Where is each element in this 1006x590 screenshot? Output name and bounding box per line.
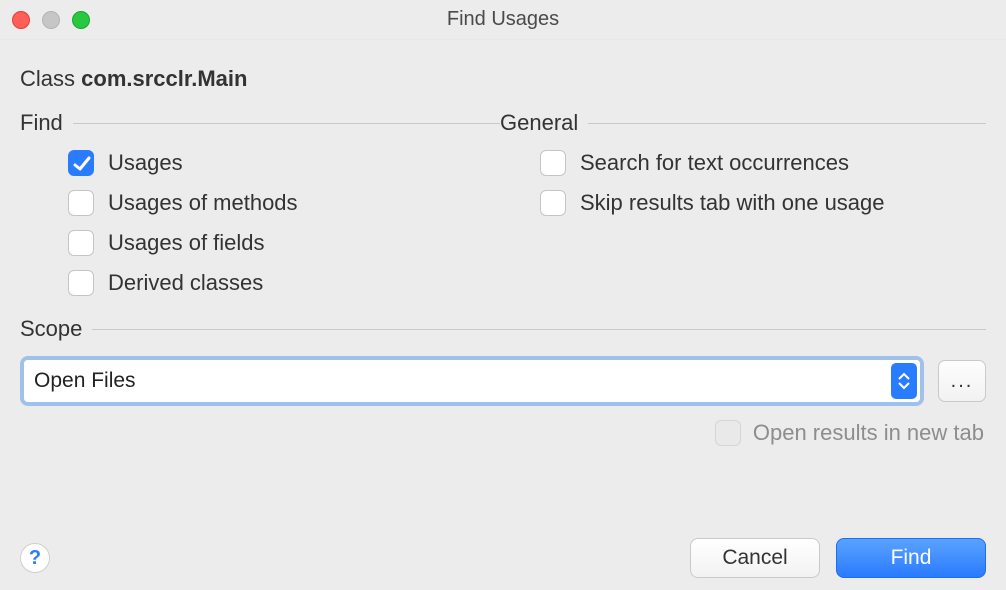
checkbox-icon[interactable] bbox=[68, 190, 94, 216]
checkbox-usages-methods[interactable]: Usages of methods bbox=[68, 190, 500, 216]
separator bbox=[588, 123, 986, 124]
separator bbox=[73, 123, 500, 124]
checkbox-icon[interactable] bbox=[68, 270, 94, 296]
target-description: Class com.srcclr.Main bbox=[20, 66, 986, 92]
checkbox-derived-classes[interactable]: Derived classes bbox=[68, 270, 500, 296]
close-icon[interactable] bbox=[12, 11, 30, 29]
checkbox-label: Search for text occurrences bbox=[580, 150, 849, 176]
minimize-icon bbox=[42, 11, 60, 29]
cancel-button[interactable]: Cancel bbox=[690, 538, 820, 578]
scope-legend-label: Scope bbox=[20, 316, 92, 342]
checkbox-icon[interactable] bbox=[68, 230, 94, 256]
titlebar: Find Usages bbox=[0, 0, 1006, 40]
find-legend: Find bbox=[20, 110, 500, 136]
scope-legend: Scope bbox=[20, 316, 986, 342]
open-new-tab-label: Open results in new tab bbox=[753, 420, 984, 446]
target-fqn: com.srcclr.Main bbox=[81, 66, 247, 91]
checkbox-icon[interactable] bbox=[540, 190, 566, 216]
checkbox-label: Usages of fields bbox=[108, 230, 265, 256]
checkbox-label: Usages bbox=[108, 150, 183, 176]
checkbox-search-text[interactable]: Search for text occurrences bbox=[540, 150, 986, 176]
find-legend-label: Find bbox=[20, 110, 73, 136]
checkbox-label: Derived classes bbox=[108, 270, 263, 296]
help-button[interactable]: ? bbox=[20, 543, 50, 573]
checkbox-usages-fields[interactable]: Usages of fields bbox=[68, 230, 500, 256]
checkbox-icon[interactable] bbox=[540, 150, 566, 176]
checkbox-open-new-tab bbox=[715, 420, 741, 446]
scope-combo[interactable]: Open Files bbox=[20, 356, 924, 406]
target-kind: Class bbox=[20, 66, 75, 91]
separator bbox=[92, 329, 986, 330]
scope-selected: Open Files bbox=[34, 369, 136, 393]
checkbox-label: Skip results tab with one usage bbox=[580, 190, 885, 216]
general-legend: General bbox=[500, 110, 986, 136]
general-legend-label: General bbox=[500, 110, 588, 136]
scope-more-button[interactable]: ... bbox=[938, 360, 986, 402]
window-title: Find Usages bbox=[447, 8, 559, 31]
zoom-icon[interactable] bbox=[72, 11, 90, 29]
checkbox-skip-one-usage[interactable]: Skip results tab with one usage bbox=[540, 190, 986, 216]
window-controls bbox=[12, 11, 90, 29]
checkbox-usages[interactable]: Usages bbox=[68, 150, 500, 176]
find-button[interactable]: Find bbox=[836, 538, 986, 578]
checkbox-label: Usages of methods bbox=[108, 190, 298, 216]
chevron-up-down-icon[interactable] bbox=[891, 363, 917, 399]
checkbox-icon[interactable] bbox=[68, 150, 94, 176]
